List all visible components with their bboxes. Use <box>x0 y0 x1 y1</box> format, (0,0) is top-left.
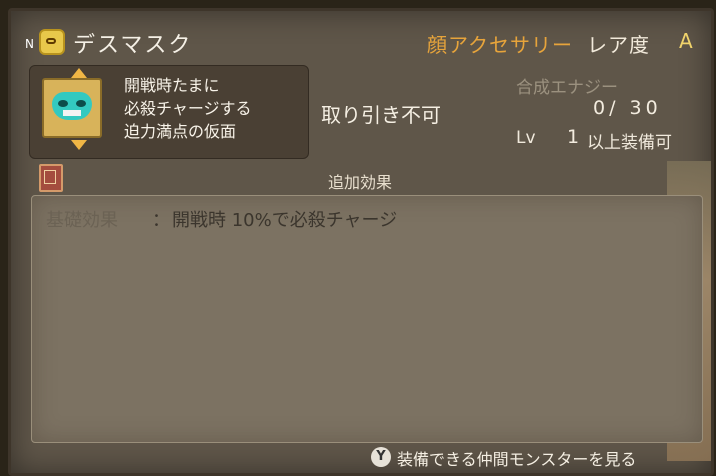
level-suffix: 以上装備可 <box>587 133 672 153</box>
book-icon[interactable] <box>39 164 63 192</box>
mask-icon[interactable] <box>42 78 102 138</box>
n-mark: N <box>25 37 34 51</box>
rarity-label: レア度 <box>587 33 650 57</box>
synth-energy-label: 合成エナジー <box>516 78 618 98</box>
level-label: Lv <box>516 128 536 148</box>
description-line: 開戦時たまに <box>124 76 220 95</box>
accessory-icon <box>39 29 65 55</box>
description-line: 迫力満点の仮面 <box>124 122 237 141</box>
next-arrow-icon[interactable] <box>71 140 87 150</box>
title-row: N デスマスク 顔アクセサリー レア度 A <box>21 27 711 58</box>
rarity-value: A <box>679 29 693 53</box>
description-line: 必殺チャージする <box>124 99 252 118</box>
category: 顔アクセサリー <box>427 33 573 57</box>
effects-header: 追加効果 <box>328 173 393 192</box>
mask-teeth <box>63 110 81 116</box>
description-box: 開戦時たまに 必殺チャージする 迫力満点の仮面 <box>29 65 309 159</box>
mask-eye-left <box>58 100 68 107</box>
item-name: デスマスク <box>73 33 193 58</box>
effect-text: 開戦時 10%で必殺チャージ <box>172 210 398 231</box>
previous-arrow-icon[interactable] <box>71 68 87 78</box>
effect-separator: ： <box>152 210 170 231</box>
y-button-icon[interactable]: Y <box>371 447 391 467</box>
effect-name: 基礎効果 <box>46 210 118 231</box>
level-value: 1 <box>567 126 580 148</box>
item-details-panel: N デスマスク 顔アクセサリー レア度 A 開戦時たまに 必殺チャージする 迫力… <box>8 8 714 476</box>
view-monsters-link[interactable]: 装備できる仲間モンスターを見る <box>397 446 636 470</box>
footer: Y 装備できる仲間モンスターを見る <box>371 444 701 472</box>
mask-face <box>52 92 92 120</box>
effects-box: 基礎効果 ： 開戦時 10%で必殺チャージ <box>31 195 703 443</box>
synth-energy-value: 0/ 30 <box>593 97 662 119</box>
description-text: 開戦時たまに 必殺チャージする 迫力満点の仮面 <box>124 74 304 143</box>
mask-eye-right <box>76 100 86 107</box>
trade-status: 取り引き不可 <box>321 103 441 127</box>
